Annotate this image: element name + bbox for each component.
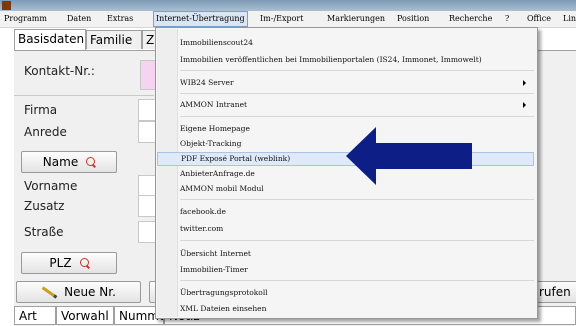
- menu-item-ammon-intranet[interactable]: AMMON Intranet: [157, 98, 534, 112]
- neue-nr-label: Neue Nr.: [64, 285, 116, 299]
- rufen-label: rufen: [539, 285, 571, 299]
- menu-daten[interactable]: Daten: [67, 11, 91, 27]
- column-art[interactable]: Art: [14, 306, 56, 325]
- magnifier-icon: [86, 157, 96, 166]
- submenu-arrow-icon: [523, 80, 526, 86]
- ammon-intranet-label: AMMON Intranet: [180, 100, 248, 109]
- plz-button-label: PLZ: [49, 256, 72, 270]
- menu-item-xml-dateien[interactable]: XML Dateien einsehen: [157, 302, 534, 316]
- zusatz-label: Zusatz: [24, 199, 65, 213]
- menu-programm[interactable]: Programm: [4, 11, 47, 27]
- menu-separator: [180, 93, 534, 94]
- menu-separator: [180, 70, 534, 71]
- menu-help[interactable]: ?: [505, 11, 509, 27]
- firma-label: Firma: [24, 103, 58, 117]
- menu-item-immobilienscout24[interactable]: Immobilienscout24: [157, 36, 534, 50]
- wib24-label: WIB24 Server: [180, 78, 234, 87]
- menu-position[interactable]: Position: [397, 11, 429, 27]
- column-vorwahl[interactable]: Vorwahl: [56, 306, 114, 325]
- name-search-button[interactable]: Name: [21, 151, 117, 173]
- menu-separator: [180, 116, 534, 117]
- anrede-label: Anrede: [24, 125, 67, 139]
- neue-nr-button[interactable]: Neue Nr.: [16, 281, 141, 303]
- submenu-arrow-icon: [523, 102, 526, 108]
- pointer-arrow-icon: [346, 127, 472, 185]
- menu-bar: Programm Daten Extras Internet-Übertragu…: [0, 11, 576, 28]
- menu-item-facebook[interactable]: facebook.de: [157, 205, 534, 219]
- menu-lin[interactable]: Lin: [563, 11, 576, 27]
- name-button-label: Name: [42, 155, 79, 169]
- arrow-shape: [346, 127, 472, 185]
- menu-separator: [180, 240, 534, 241]
- strasse-label: Straße: [24, 225, 64, 239]
- app-icon: [2, 1, 11, 10]
- plz-search-button[interactable]: PLZ: [21, 252, 117, 274]
- menu-item-uebersicht-internet[interactable]: Übersicht Internet: [157, 247, 534, 261]
- window-titlebar: [0, 0, 576, 11]
- menu-separator: [180, 199, 534, 200]
- menu-office[interactable]: Office: [527, 11, 551, 27]
- rufen-button[interactable]: rufen: [534, 281, 576, 303]
- menu-recherche[interactable]: Recherche: [449, 11, 492, 27]
- menu-item-uebertragungsprotokoll[interactable]: Übertragungsprotokoll: [157, 286, 534, 300]
- divider: [14, 95, 154, 96]
- menu-extras[interactable]: Extras: [107, 11, 133, 27]
- kontakt-nr-label: Kontakt-Nr.:: [24, 64, 95, 78]
- menu-internet-uebertragung[interactable]: Internet-Übertragung: [153, 11, 248, 27]
- menu-item-immobilien-timer[interactable]: Immobilien-Timer: [157, 263, 534, 277]
- menu-item-immobilien-veroeffentlichen[interactable]: Immobilien veröffentlichen bei Immobilie…: [157, 53, 534, 67]
- vorname-label: Vorname: [24, 179, 78, 193]
- pencil-icon: [41, 286, 58, 299]
- tab-familie[interactable]: Familie: [86, 30, 142, 49]
- tab-basisdaten[interactable]: Basisdaten: [14, 29, 86, 50]
- magnifier-icon: [79, 258, 89, 267]
- menu-item-wib24-server[interactable]: WIB24 Server: [157, 76, 534, 90]
- menu-separator: [180, 280, 534, 281]
- menu-item-twitter[interactable]: twitter.com: [157, 222, 534, 236]
- menu-markierungen[interactable]: Markierungen: [327, 11, 385, 27]
- menu-im-export[interactable]: Im-/Export: [260, 11, 303, 27]
